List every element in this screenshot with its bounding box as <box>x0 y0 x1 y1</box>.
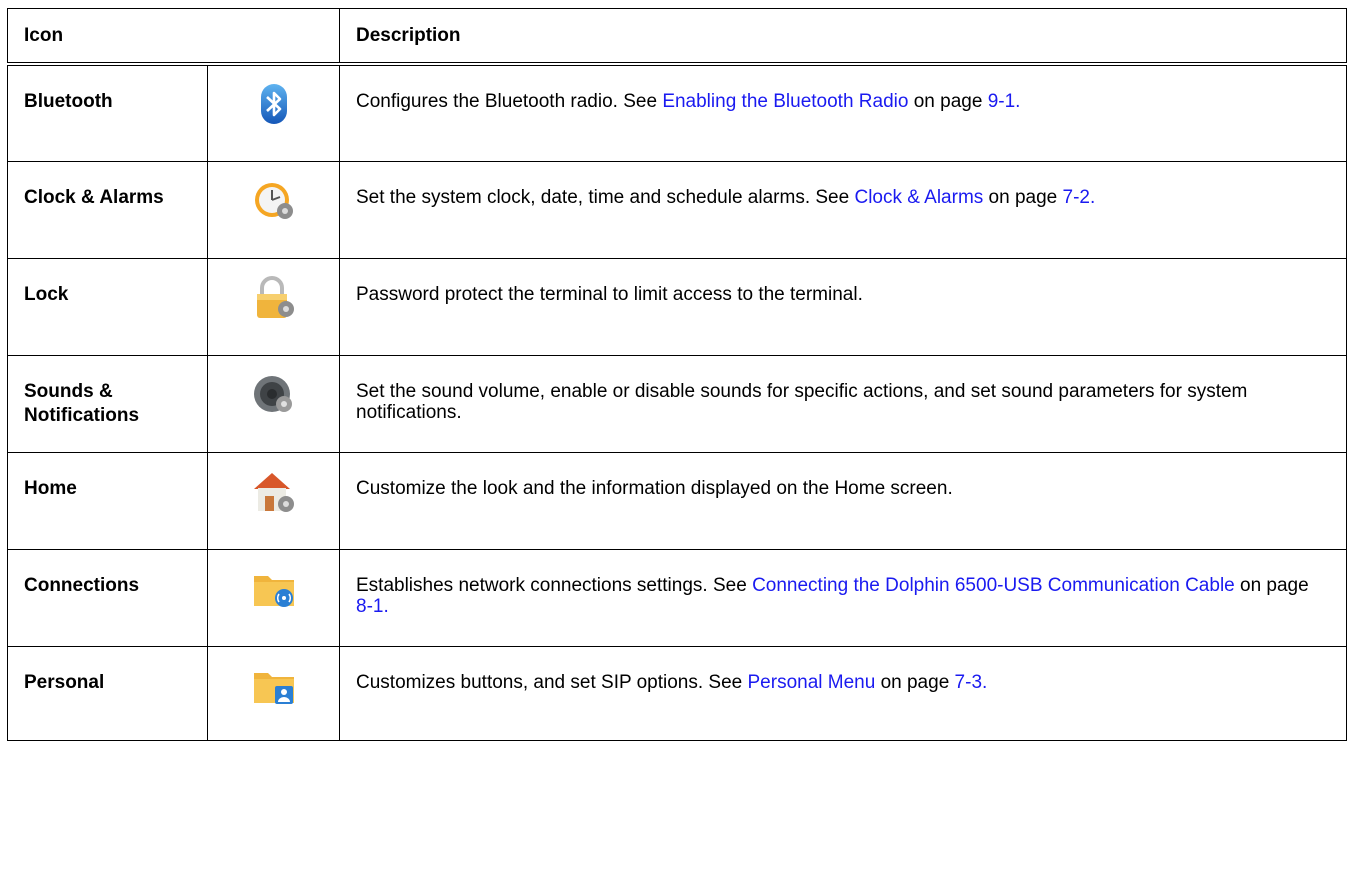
header-icon: Icon <box>7 8 340 66</box>
table-row: Personal Customizes buttons, and set SIP… <box>7 645 1347 741</box>
page-link[interactable]: 9-1. <box>988 91 1021 112</box>
setting-description: Establishes network connections settings… <box>339 548 1347 647</box>
setting-name: Home <box>7 451 208 550</box>
setting-name: Clock & Alarms <box>7 160 208 259</box>
page-link[interactable]: 8-1. <box>356 596 389 617</box>
setting-name: Connections <box>7 548 208 647</box>
setting-description: Customizes buttons, and set SIP options.… <box>339 645 1347 741</box>
setting-name: Sounds & Notifications <box>7 354 208 453</box>
folder-wireless-icon <box>250 564 298 612</box>
setting-description: Password protect the terminal to limit a… <box>339 257 1347 356</box>
setting-description: Customize the look and the information d… <box>339 451 1347 550</box>
reference-link[interactable]: Personal Menu <box>748 672 876 693</box>
table-row: Lock Password protect the terminal to li… <box>7 257 1347 356</box>
table-row: Bluetooth Configures the Bluetooth radio… <box>7 63 1347 162</box>
table-row: Sounds & Notifications Set the sound vol… <box>7 354 1347 453</box>
settings-icon-table: Icon Description Bluetooth Configures th… <box>7 8 1347 741</box>
header-description: Description <box>339 8 1347 66</box>
page-link[interactable]: 7-3. <box>955 672 988 693</box>
setting-name: Lock <box>7 257 208 356</box>
clock-gear-icon <box>250 176 298 224</box>
setting-description: Configures the Bluetooth radio. See Enab… <box>339 63 1347 162</box>
table-row: Home Customize the look and the informat… <box>7 451 1347 550</box>
setting-description: Set the system clock, date, time and sch… <box>339 160 1347 259</box>
folder-person-icon <box>250 661 298 709</box>
setting-name: Bluetooth <box>7 63 208 162</box>
reference-link[interactable]: Clock & Alarms <box>854 187 983 208</box>
setting-name: Personal <box>7 645 208 741</box>
house-gear-icon <box>250 467 298 515</box>
bluetooth-icon <box>250 80 298 128</box>
table-row: Clock & Alarms Set the system clock, dat… <box>7 160 1347 259</box>
padlock-gear-icon <box>250 273 298 321</box>
speaker-gear-icon <box>250 370 298 418</box>
reference-link[interactable]: Connecting the Dolphin 6500-USB Communic… <box>752 575 1235 596</box>
table-header-row: Icon Description <box>7 8 1347 66</box>
page-link[interactable]: 7-2. <box>1063 187 1096 208</box>
reference-link[interactable]: Enabling the Bluetooth Radio <box>662 91 908 112</box>
setting-description: Set the sound volume, enable or disable … <box>339 354 1347 453</box>
table-row: Connections Establishes network connecti… <box>7 548 1347 647</box>
